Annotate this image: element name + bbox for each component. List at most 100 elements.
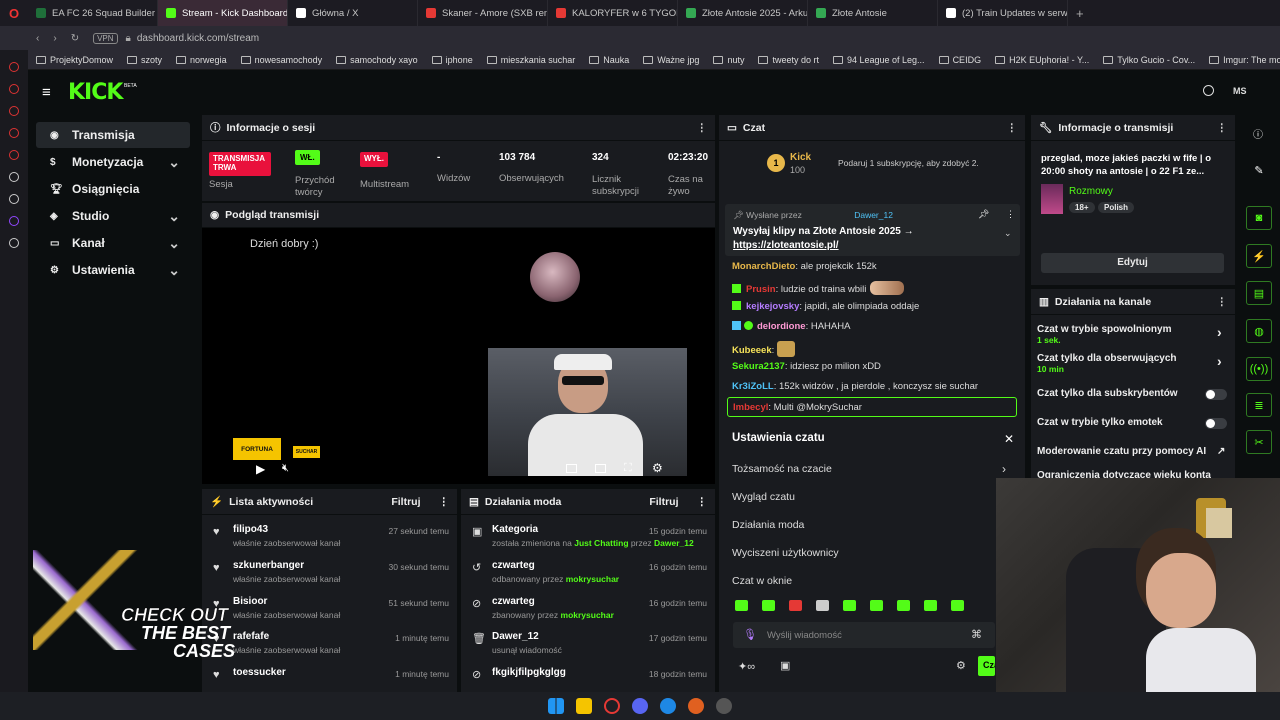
bookmark-item[interactable]: ProjektyDomow [36, 55, 113, 65]
camera-icon[interactable]: ◙ [1246, 206, 1272, 230]
pip-icon[interactable] [595, 464, 606, 473]
more-options-icon[interactable]: ⋮ [697, 122, 708, 134]
category-link[interactable]: Rozmowy [1069, 186, 1113, 197]
activity-username[interactable]: toessucker [233, 667, 286, 678]
broadcast-icon[interactable]: ((•)) [1246, 357, 1272, 381]
chat-username[interactable]: kejkejovsky [746, 301, 799, 312]
more-options-icon[interactable]: ⋮ [439, 496, 450, 508]
discord-icon[interactable] [632, 698, 648, 714]
notes-icon[interactable]: ▤ [1246, 281, 1272, 305]
bookmark-item[interactable]: nowesamochody [240, 55, 322, 65]
bookmark-item[interactable]: Imgur: The most a... [1209, 55, 1280, 65]
sidebar-app-icon[interactable] [9, 150, 19, 160]
browser-tab[interactable]: EA FC 26 Squad Builder | [28, 0, 158, 26]
mic-icon[interactable]: 🎙︎ [743, 628, 757, 641]
bookmark-item[interactable]: samochody xayo [336, 55, 418, 65]
channel-action-item[interactable]: Czat tylko dla subskrybentów [1037, 388, 1227, 399]
nav-item[interactable]: ◈ Studio ⌄ [36, 203, 190, 229]
mod-action-target[interactable]: czwarteg [492, 560, 535, 571]
url-field[interactable]: dashboard.kick.com/stream [137, 33, 259, 44]
activity-username[interactable]: Bisioor [233, 596, 267, 607]
activity-row[interactable]: ♥ Bisioor właśnie zaobserwował kanał 51 sek… [208, 596, 453, 630]
nav-item[interactable]: ▭ Kanał ⌄ [36, 230, 190, 256]
more-options-icon[interactable]: ⋮ [1217, 122, 1228, 134]
messenger-icon[interactable] [660, 698, 676, 714]
chevron-down-icon[interactable]: ⌄ [1004, 228, 1012, 239]
browser-tab[interactable]: Złote Antosie [808, 0, 938, 26]
bookmark-item[interactable]: H2K EUphoria! - Y... [995, 55, 1089, 65]
tag[interactable]: Polish [1098, 202, 1135, 213]
tag[interactable]: 18+ [1069, 202, 1095, 213]
mod-action-target[interactable]: czwarteg [492, 596, 535, 607]
video-player[interactable]: Dzień dobry :) FORTUNA SUCHAR ▶ 🔇︎ ⛶ ⚙ [202, 228, 715, 484]
channel-action-item[interactable]: Moderowanie czatu przy pomocy AI ↗ [1037, 446, 1227, 457]
browser-tab[interactable]: Główna / X [288, 0, 418, 26]
mod-action-target[interactable]: fkgikjfilpgkglgg [492, 667, 566, 678]
more-options-icon[interactable]: ⋮ [1007, 122, 1018, 134]
notifications-icon[interactable] [1203, 85, 1214, 96]
obs-icon[interactable] [688, 698, 704, 714]
chat-input[interactable]: 🎙︎ Wyślij wiadomość ⌘ [733, 622, 995, 648]
sidebar-app-icon[interactable] [9, 106, 19, 116]
pinned-user[interactable]: Dawer_12 [854, 210, 893, 220]
opera-taskbar-icon[interactable] [604, 698, 620, 714]
more-options-icon[interactable]: ⋮ [1006, 209, 1015, 220]
chat-username[interactable]: Kubeeek [732, 345, 772, 356]
flash-icon[interactable]: ⚡ [1246, 244, 1272, 268]
toggle-switch[interactable] [1205, 418, 1227, 429]
sidebar-app-icon[interactable] [9, 172, 19, 182]
gift-icon[interactable]: ▣ [780, 659, 790, 672]
mute-icon[interactable]: 🔇︎ [282, 462, 289, 475]
close-icon[interactable]: ✕ [1004, 432, 1014, 446]
pinned-link[interactable]: https://zloteantosie.pl/ [733, 240, 839, 251]
steam-icon[interactable] [716, 698, 732, 714]
sidebar-app-icon[interactable] [9, 216, 19, 226]
mod-action-row[interactable]: ▣ Kategoria została zmieniona na Just Chat… [468, 524, 713, 558]
chat-settings-item[interactable]: Działania moda [732, 519, 1012, 531]
bookmark-item[interactable]: iphone [431, 55, 473, 65]
bookmark-item[interactable]: Tylko Gucio - Cov... [1103, 55, 1195, 65]
mod-action-target[interactable]: Kategoria [492, 524, 538, 535]
mod-action-row[interactable]: ⊘ czwarteg zbanowany przez mokrysuchar 16 g… [468, 596, 713, 630]
activity-row[interactable]: ♥ szkunerbanger właśnie zaobserwował kanał… [208, 560, 453, 594]
list-icon[interactable]: ≣ [1246, 393, 1272, 417]
chat-settings-item[interactable]: Czat w oknie [732, 575, 1012, 587]
chat-settings-icon[interactable]: ⚙ [956, 659, 966, 672]
browser-tab[interactable]: Złote Antosie 2025 - Arku [678, 0, 808, 26]
chat-username[interactable]: MonarchDieto [732, 261, 795, 272]
bookmark-item[interactable]: tweety do rt [758, 55, 819, 65]
play-icon[interactable]: ▶ [256, 462, 265, 476]
kick-logo[interactable]: KICK [68, 80, 123, 105]
sidebar-app-icon[interactable] [9, 84, 19, 94]
nav-item[interactable]: ⚙ Ustawienia ⌄ [36, 257, 190, 283]
chat-settings-item[interactable]: Wygląd czatu [732, 491, 1012, 503]
bookmark-item[interactable]: Nauka [589, 55, 629, 65]
menu-icon[interactable]: ≡ [42, 84, 51, 101]
toggle-switch[interactable] [1205, 389, 1227, 400]
nav-item[interactable]: 🏆︎ Osiągnięcia [36, 176, 190, 202]
bookmark-item[interactable]: mieszkania suchar [486, 55, 575, 65]
forward-icon[interactable]: › [53, 33, 56, 44]
edit-button[interactable]: Edytuj [1041, 253, 1224, 273]
info-icon[interactable]: ⓘ [1253, 126, 1263, 141]
vpn-badge[interactable]: VPN [93, 32, 118, 44]
avatar[interactable]: MS [1233, 86, 1247, 96]
bookmark-item[interactable]: norwegia [176, 55, 227, 65]
chat-bubble-icon[interactable]: ◍ [1246, 319, 1272, 343]
activity-username[interactable]: filipo43 [233, 524, 268, 535]
nav-item[interactable]: $ Monetyzacja ⌄ [36, 149, 190, 175]
chat-settings-item[interactable]: Tożsamość na czacie › [732, 462, 1012, 476]
channel-action-item[interactable]: Czat tylko dla obserwujących 10 min › [1037, 353, 1227, 374]
sidebar-app-icon[interactable] [9, 194, 19, 204]
back-icon[interactable]: ‹ [36, 33, 39, 44]
bookmark-item[interactable]: nuty [713, 55, 744, 65]
sidebar-app-icon[interactable] [9, 128, 19, 138]
activity-username[interactable]: rafefafe [233, 631, 269, 642]
activity-row[interactable]: ♥ filipo43 właśnie zaobserwował kanał 27 se… [208, 524, 453, 558]
unpin-icon[interactable]: 📌︎ [978, 209, 989, 220]
opera-logo-icon[interactable]: O [0, 0, 28, 26]
edit-icon[interactable]: ✎ [1246, 158, 1272, 182]
browser-tab[interactable]: KALORYFER w 6 TYGODN [548, 0, 678, 26]
filter-button[interactable]: Filtruj [649, 496, 678, 508]
emote-picker-icon[interactable]: ⌘ [971, 628, 982, 641]
